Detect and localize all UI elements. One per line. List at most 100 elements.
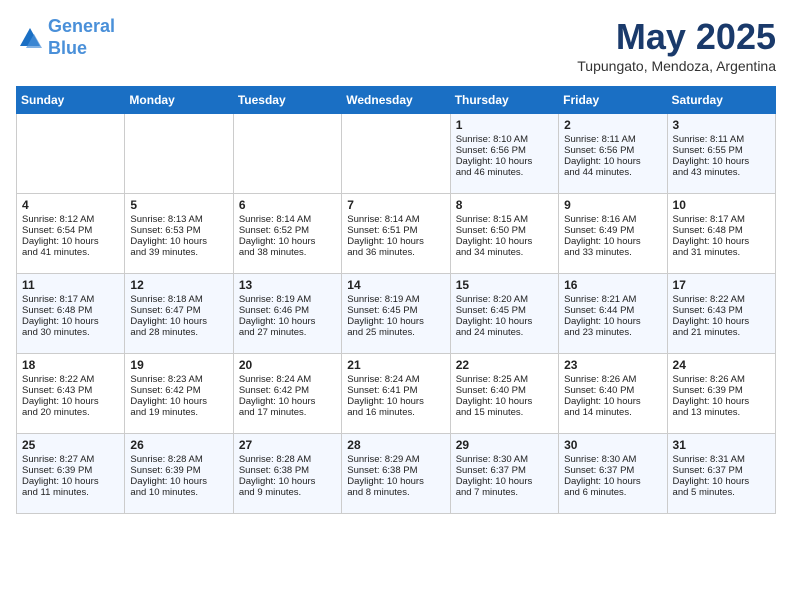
day-info-line: Sunset: 6:45 PM [347, 305, 444, 316]
day-info-line: Sunrise: 8:15 AM [456, 214, 553, 225]
day-info-line: and 30 minutes. [22, 327, 119, 338]
day-info-line: Sunrise: 8:24 AM [239, 374, 336, 385]
day-info-line: Daylight: 10 hours [22, 316, 119, 327]
day-info-line: Daylight: 10 hours [347, 476, 444, 487]
day-number: 1 [456, 118, 553, 132]
day-info-line: Sunset: 6:50 PM [456, 225, 553, 236]
day-cell: 27Sunrise: 8:28 AMSunset: 6:38 PMDayligh… [233, 434, 341, 514]
day-info-line: Sunrise: 8:14 AM [239, 214, 336, 225]
day-info-line: Daylight: 10 hours [564, 476, 661, 487]
day-info-line: Daylight: 10 hours [564, 236, 661, 247]
day-number: 14 [347, 278, 444, 292]
day-info-line: Daylight: 10 hours [347, 316, 444, 327]
day-info-line: Daylight: 10 hours [564, 156, 661, 167]
day-info-line: Sunrise: 8:17 AM [22, 294, 119, 305]
day-info-line: and 38 minutes. [239, 247, 336, 258]
day-cell [233, 114, 341, 194]
day-cell: 11Sunrise: 8:17 AMSunset: 6:48 PMDayligh… [17, 274, 125, 354]
week-row-2: 4Sunrise: 8:12 AMSunset: 6:54 PMDaylight… [17, 194, 776, 274]
day-info-line: and 7 minutes. [456, 487, 553, 498]
day-number: 20 [239, 358, 336, 372]
day-info-line: Sunset: 6:54 PM [22, 225, 119, 236]
day-info-line: Sunset: 6:38 PM [239, 465, 336, 476]
day-number: 4 [22, 198, 119, 212]
day-info-line: Daylight: 10 hours [673, 396, 770, 407]
day-info-line: and 6 minutes. [564, 487, 661, 498]
day-number: 18 [22, 358, 119, 372]
day-info-line: Daylight: 10 hours [22, 236, 119, 247]
day-number: 23 [564, 358, 661, 372]
day-info-line: Sunrise: 8:20 AM [456, 294, 553, 305]
day-info-line: Sunset: 6:44 PM [564, 305, 661, 316]
day-info-line: Daylight: 10 hours [239, 236, 336, 247]
day-number: 10 [673, 198, 770, 212]
day-cell: 17Sunrise: 8:22 AMSunset: 6:43 PMDayligh… [667, 274, 775, 354]
day-info-line: Sunrise: 8:23 AM [130, 374, 227, 385]
day-info-line: and 44 minutes. [564, 167, 661, 178]
logo-icon [16, 24, 44, 52]
day-cell: 9Sunrise: 8:16 AMSunset: 6:49 PMDaylight… [559, 194, 667, 274]
logo: General Blue [16, 16, 115, 59]
day-number: 28 [347, 438, 444, 452]
day-cell: 8Sunrise: 8:15 AMSunset: 6:50 PMDaylight… [450, 194, 558, 274]
day-info-line: Sunrise: 8:10 AM [456, 134, 553, 145]
day-info-line: Sunrise: 8:19 AM [239, 294, 336, 305]
day-info-line: Sunrise: 8:11 AM [673, 134, 770, 145]
day-cell: 5Sunrise: 8:13 AMSunset: 6:53 PMDaylight… [125, 194, 233, 274]
day-info-line: and 46 minutes. [456, 167, 553, 178]
day-info-line: Sunrise: 8:29 AM [347, 454, 444, 465]
day-cell: 14Sunrise: 8:19 AMSunset: 6:45 PMDayligh… [342, 274, 450, 354]
day-info-line: Sunset: 6:56 PM [564, 145, 661, 156]
day-cell: 7Sunrise: 8:14 AMSunset: 6:51 PMDaylight… [342, 194, 450, 274]
day-info-line: Sunrise: 8:12 AM [22, 214, 119, 225]
day-cell: 22Sunrise: 8:25 AMSunset: 6:40 PMDayligh… [450, 354, 558, 434]
weekday-header-sunday: Sunday [17, 87, 125, 114]
day-cell: 15Sunrise: 8:20 AMSunset: 6:45 PMDayligh… [450, 274, 558, 354]
weekday-header-thursday: Thursday [450, 87, 558, 114]
day-info-line: Sunset: 6:51 PM [347, 225, 444, 236]
day-info-line: Daylight: 10 hours [456, 156, 553, 167]
day-info-line: Daylight: 10 hours [456, 396, 553, 407]
day-info-line: and 11 minutes. [22, 487, 119, 498]
day-info-line: Sunrise: 8:26 AM [564, 374, 661, 385]
week-row-1: 1Sunrise: 8:10 AMSunset: 6:56 PMDaylight… [17, 114, 776, 194]
day-info-line: and 9 minutes. [239, 487, 336, 498]
day-info-line: and 17 minutes. [239, 407, 336, 418]
day-info-line: Sunset: 6:52 PM [239, 225, 336, 236]
day-cell: 16Sunrise: 8:21 AMSunset: 6:44 PMDayligh… [559, 274, 667, 354]
day-number: 7 [347, 198, 444, 212]
day-info-line: Sunrise: 8:21 AM [564, 294, 661, 305]
day-info-line: and 28 minutes. [130, 327, 227, 338]
day-info-line: and 36 minutes. [347, 247, 444, 258]
day-cell: 29Sunrise: 8:30 AMSunset: 6:37 PMDayligh… [450, 434, 558, 514]
day-info-line: Sunrise: 8:31 AM [673, 454, 770, 465]
day-cell [17, 114, 125, 194]
calendar-table: SundayMondayTuesdayWednesdayThursdayFrid… [16, 86, 776, 514]
day-info-line: Sunset: 6:43 PM [673, 305, 770, 316]
day-info-line: Sunset: 6:41 PM [347, 385, 444, 396]
day-info-line: Sunrise: 8:24 AM [347, 374, 444, 385]
day-info-line: Sunset: 6:55 PM [673, 145, 770, 156]
day-info-line: Daylight: 10 hours [130, 236, 227, 247]
day-number: 12 [130, 278, 227, 292]
day-info-line: and 43 minutes. [673, 167, 770, 178]
weekday-header-tuesday: Tuesday [233, 87, 341, 114]
day-info-line: Daylight: 10 hours [239, 476, 336, 487]
day-info-line: Sunset: 6:48 PM [673, 225, 770, 236]
day-info-line: Daylight: 10 hours [130, 396, 227, 407]
day-cell: 31Sunrise: 8:31 AMSunset: 6:37 PMDayligh… [667, 434, 775, 514]
day-info-line: and 14 minutes. [564, 407, 661, 418]
day-info-line: and 24 minutes. [456, 327, 553, 338]
day-info-line: Sunset: 6:42 PM [239, 385, 336, 396]
day-info-line: and 15 minutes. [456, 407, 553, 418]
day-cell: 30Sunrise: 8:30 AMSunset: 6:37 PMDayligh… [559, 434, 667, 514]
day-info-line: and 13 minutes. [673, 407, 770, 418]
location-subtitle: Tupungato, Mendoza, Argentina [577, 58, 776, 74]
day-info-line: and 27 minutes. [239, 327, 336, 338]
day-info-line: and 20 minutes. [22, 407, 119, 418]
day-info-line: Sunrise: 8:11 AM [564, 134, 661, 145]
day-cell: 20Sunrise: 8:24 AMSunset: 6:42 PMDayligh… [233, 354, 341, 434]
day-info-line: Daylight: 10 hours [22, 476, 119, 487]
day-info-line: and 39 minutes. [130, 247, 227, 258]
day-number: 26 [130, 438, 227, 452]
